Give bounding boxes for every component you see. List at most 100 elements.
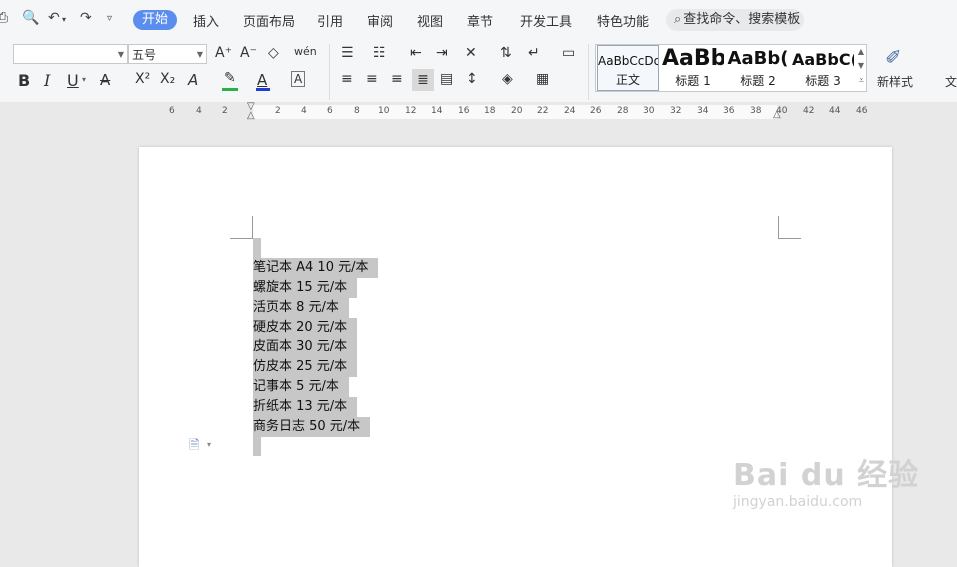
watermark-url: jingyan.baidu.com <box>733 494 863 510</box>
document-line[interactable]: 螺旋本 15 元/本 <box>253 278 358 298</box>
eraser-icon: ◇ <box>268 45 279 61</box>
print-icon[interactable]: ⎙ <box>0 10 8 26</box>
bullet-list-icon[interactable]: ☰ <box>341 45 354 61</box>
style-heading-2[interactable]: AaBb( 标题 2 <box>727 45 789 91</box>
document-line[interactable]: 折纸本 13 元/本 <box>253 397 358 417</box>
new-style-icon[interactable]: ✐ <box>885 45 902 69</box>
ribbon-separator <box>329 44 330 100</box>
style-sample: AaBb( <box>727 48 789 69</box>
distributed-align-icon[interactable]: ▤ <box>440 71 453 87</box>
highlighter-icon: ✎ <box>224 70 236 86</box>
search-placeholder: 查找命令、搜索模板 <box>683 12 801 27</box>
command-search[interactable]: ⌕ 查找命令、搜索模板 <box>666 9 804 31</box>
increase-indent-icon[interactable]: ⇥ <box>436 45 448 61</box>
font-name-select[interactable]: ▼ <box>13 44 128 64</box>
borders-icon[interactable]: ▦ <box>536 71 549 87</box>
document-line[interactable]: 笔记本 A4 10 元/本 <box>253 258 379 278</box>
menu-bar: ⎙ 🔍 ↶ ▾ ↷ ▿ 开始 插入 页面布局 引用 审阅 视图 章节 开发工具 … <box>0 0 957 40</box>
font-color-icon: A <box>257 71 268 89</box>
superscript-button[interactable]: X² <box>135 71 150 87</box>
ruler-number: 8 <box>354 106 360 116</box>
font-color-swatch <box>256 88 270 91</box>
font-size-select[interactable]: 五号 ▼ <box>128 44 207 64</box>
tab-special-features[interactable]: 特色功能 <box>597 11 649 30</box>
margin-corner-top-left <box>230 216 253 239</box>
line-spacing-icon[interactable]: ↕ <box>466 71 478 87</box>
subscript-button[interactable]: X₂ <box>160 71 175 87</box>
numbered-list-icon[interactable]: ☷ <box>373 45 386 61</box>
justify-icon[interactable]: ≣ <box>412 69 434 91</box>
ruler-number: 6 <box>169 106 175 116</box>
next-group-label[interactable]: 文 <box>945 73 957 90</box>
ruler-number: 36 <box>723 106 735 116</box>
align-left-icon[interactable]: ≡ <box>341 71 353 87</box>
undo-icon[interactable]: ↶ <box>48 10 60 26</box>
style-sample: AaBbC( <box>792 50 854 69</box>
paste-options-icon[interactable]: 🗎 <box>189 436 199 458</box>
sort-icon[interactable]: ⇅ <box>500 45 512 61</box>
print-preview-icon[interactable]: 🔍 <box>22 10 39 26</box>
phonetic-guide-button[interactable]: wén <box>294 45 317 58</box>
chevron-down-icon[interactable]: ▾ <box>207 440 211 449</box>
decrease-indent-icon[interactable]: ⇤ <box>410 45 422 61</box>
style-heading-1[interactable]: AaBb 标题 1 <box>662 45 724 91</box>
selection-empty-line <box>253 238 261 258</box>
show-marks-icon[interactable]: ↵ <box>528 45 540 61</box>
shading-icon[interactable]: ◈ <box>502 71 513 87</box>
style-label: 标题 2 <box>740 74 776 88</box>
hanging-indent-marker[interactable]: △ <box>247 111 255 121</box>
style-normal[interactable]: AaBbCcDd 正文 <box>597 45 659 91</box>
ruler-number: 44 <box>829 106 841 116</box>
baidu-watermark: Bai du 经验 jingyan.baidu.com <box>733 450 919 510</box>
bold-button[interactable]: B <box>18 71 30 90</box>
document-line[interactable]: 仿皮本 25 元/本 <box>253 357 358 377</box>
chevron-down-icon: ▼ <box>117 50 124 59</box>
style-label: 标题 3 <box>805 74 841 88</box>
scroll-down-icon[interactable]: ▼ <box>858 61 864 70</box>
scroll-up-icon[interactable]: ▲ <box>858 47 864 56</box>
tab-review[interactable]: 审阅 <box>367 11 393 30</box>
document-line[interactable]: 硬皮本 20 元/本 <box>253 318 358 338</box>
style-sample: AaBbCcDd <box>598 54 659 68</box>
highlight-button[interactable]: ✎ <box>224 70 236 86</box>
gallery-expand-icon[interactable]: ⩡ <box>859 76 864 86</box>
ruler-number: 30 <box>643 106 655 116</box>
tab-insert[interactable]: 插入 <box>193 11 219 30</box>
tab-references[interactable]: 引用 <box>317 11 343 30</box>
style-label: 标题 1 <box>675 74 711 88</box>
style-heading-3[interactable]: AaBbC( 标题 3 <box>792 45 854 91</box>
ruler-number: 34 <box>697 106 709 116</box>
tab-view[interactable]: 视图 <box>417 11 443 30</box>
strikethrough-button[interactable]: A <box>100 71 110 89</box>
customize-quick-access-icon[interactable]: ▿ <box>107 13 112 24</box>
table-tools-icon[interactable]: ▭ <box>562 45 575 61</box>
text-effect-button[interactable]: A <box>188 71 198 89</box>
undo-dropdown-icon[interactable]: ▾ <box>62 15 66 24</box>
right-indent-marker[interactable]: △ <box>773 110 781 120</box>
chevron-down-icon[interactable]: ▾ <box>82 75 86 84</box>
tab-developer[interactable]: 开发工具 <box>520 11 572 30</box>
font-color-button[interactable]: A <box>257 71 267 89</box>
document-line[interactable]: 活页本 8 元/本 <box>253 298 349 318</box>
document-line[interactable]: 商务日志 50 元/本 <box>253 417 371 437</box>
align-right-icon[interactable]: ≡ <box>391 71 403 87</box>
align-center-icon[interactable]: ≡ <box>366 71 378 87</box>
redo-icon[interactable]: ↷ <box>80 10 92 26</box>
ruler-number: 20 <box>511 106 523 116</box>
underline-button[interactable]: U <box>67 71 79 90</box>
grow-font-button[interactable]: A⁺ <box>215 45 232 61</box>
new-style-button[interactable]: 新样式 <box>877 73 913 90</box>
clear-format-button[interactable]: ◇ <box>268 45 279 61</box>
shrink-font-button[interactable]: A⁻ <box>240 45 257 61</box>
highlight-color-swatch <box>222 88 238 91</box>
italic-button[interactable]: I <box>44 71 50 90</box>
tab-home[interactable]: 开始 <box>133 10 177 30</box>
tab-page-layout[interactable]: 页面布局 <box>243 11 295 30</box>
char-border-icon: A <box>294 72 303 86</box>
character-border-button[interactable]: A <box>291 71 306 87</box>
document-line[interactable]: 记事本 5 元/本 <box>253 377 349 397</box>
document-line[interactable]: 皮面本 30 元/本 <box>253 337 358 357</box>
chevron-down-icon: ▼ <box>196 50 203 59</box>
tab-chapter[interactable]: 章节 <box>467 11 493 30</box>
chinese-layout-icon[interactable]: ✕ <box>465 45 477 61</box>
